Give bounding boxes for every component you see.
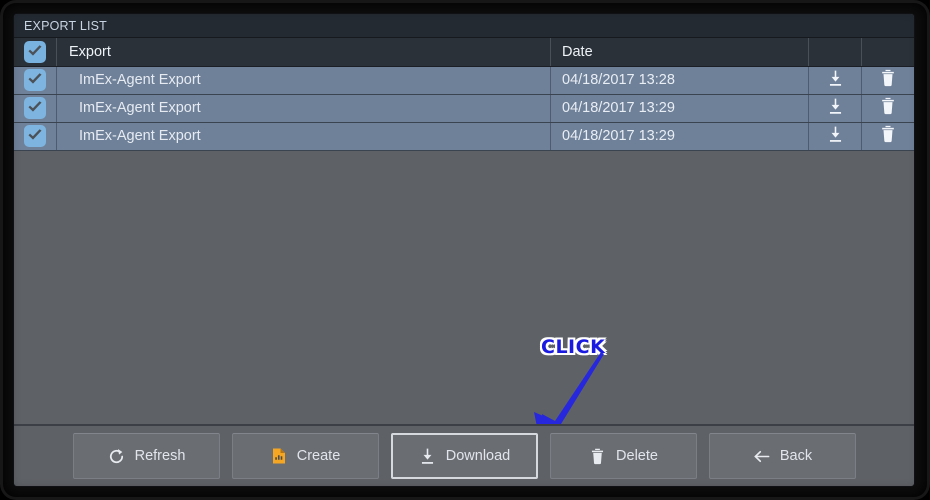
row-download-button[interactable]: [808, 122, 862, 151]
create-button-label: Create: [296, 447, 341, 464]
row-select-cell[interactable]: [14, 94, 57, 123]
row-download-button[interactable]: [808, 66, 862, 95]
row-export-date: 04/18/2017 13:29: [550, 94, 809, 123]
export-list-window: EXPORT LIST Export Date ImEx-Agent Expor…: [14, 14, 914, 486]
row-select-cell[interactable]: [14, 66, 57, 95]
row-download-button[interactable]: [808, 94, 862, 123]
application-frame: EXPORT LIST Export Date ImEx-Agent Expor…: [0, 0, 930, 500]
trash-icon: [882, 125, 894, 143]
back-button[interactable]: Back: [708, 433, 856, 479]
row-export-date: 04/18/2017 13:28: [550, 66, 809, 95]
export-table-body: ImEx-Agent Export 04/18/2017 13:28 ImEx-Ag…: [14, 66, 914, 151]
export-table-container: Export Date ImEx-Agent Export 04/18/2017 …: [14, 38, 914, 151]
checkmark-icon: [28, 73, 42, 84]
trash-icon: [882, 97, 894, 115]
table-row[interactable]: ImEx-Agent Export 04/18/2017 13:28: [14, 66, 914, 95]
table-header-date[interactable]: Date: [550, 38, 809, 67]
delete-button[interactable]: Delete: [549, 433, 697, 479]
row-export-date: 04/18/2017 13:29: [550, 122, 809, 151]
row-delete-button[interactable]: [861, 122, 914, 151]
arrow-left-icon: [754, 450, 770, 462]
checkmark-icon: [28, 44, 42, 56]
download-button-label: Download: [445, 447, 511, 464]
download-icon: [829, 126, 841, 142]
table-row[interactable]: ImEx-Agent Export 04/18/2017 13:29: [14, 122, 914, 151]
select-all-checkbox[interactable]: [24, 40, 46, 63]
row-export-name: ImEx-Agent Export: [56, 122, 551, 151]
export-table-head: Export Date: [14, 38, 914, 67]
download-icon: [421, 448, 433, 464]
row-delete-button[interactable]: [861, 66, 914, 95]
export-table: Export Date ImEx-Agent Export 04/18/2017 …: [14, 38, 914, 151]
refresh-button-label: Refresh: [134, 447, 186, 464]
bottom-toolbar: Refresh Create Download Delete Back: [14, 424, 914, 486]
checkmark-icon: [28, 101, 42, 112]
create-button[interactable]: Create: [231, 433, 379, 479]
trash-icon: [591, 448, 604, 464]
row-checkbox[interactable]: [24, 69, 46, 91]
page-title: EXPORT LIST: [24, 19, 108, 33]
trash-icon: [882, 69, 894, 87]
create-report-icon: [272, 448, 285, 464]
row-select-cell[interactable]: [14, 122, 57, 151]
back-button-label: Back: [779, 447, 813, 464]
download-icon: [829, 98, 841, 114]
window-title-bar: EXPORT LIST: [14, 14, 914, 38]
row-export-name: ImEx-Agent Export: [56, 66, 551, 95]
table-header-download: [808, 38, 862, 67]
table-row[interactable]: ImEx-Agent Export 04/18/2017 13:29: [14, 94, 914, 123]
row-delete-button[interactable]: [861, 94, 914, 123]
table-header-export[interactable]: Export: [56, 38, 551, 67]
table-header-row: Export Date: [14, 38, 914, 67]
refresh-icon: [109, 448, 123, 463]
delete-button-label: Delete: [616, 447, 658, 464]
checkmark-icon: [28, 129, 42, 140]
download-button[interactable]: Download: [390, 433, 538, 479]
table-header-select[interactable]: [14, 38, 57, 67]
row-checkbox[interactable]: [24, 97, 46, 119]
refresh-button[interactable]: Refresh: [72, 433, 220, 479]
row-checkbox[interactable]: [24, 125, 46, 147]
table-header-delete: [861, 38, 914, 67]
row-export-name: ImEx-Agent Export: [56, 94, 551, 123]
download-icon: [829, 70, 841, 86]
